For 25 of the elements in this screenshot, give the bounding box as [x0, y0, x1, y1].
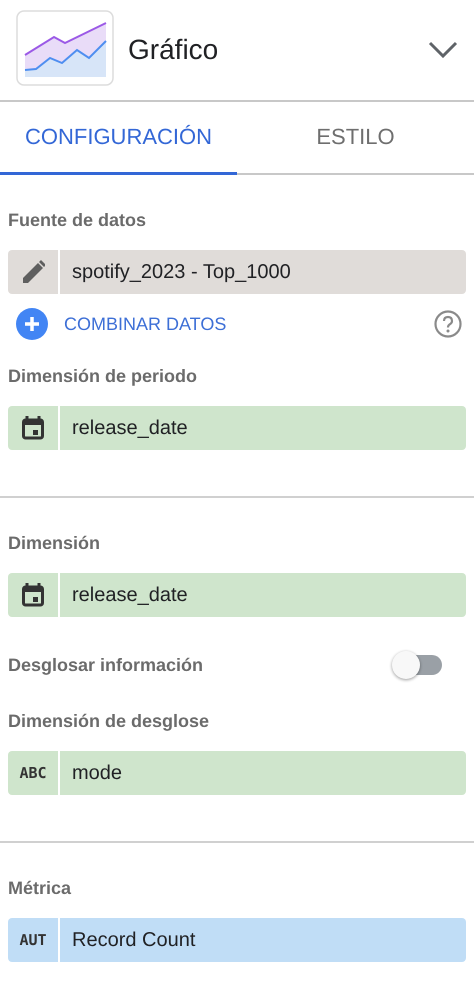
field-chip[interactable]: spotify_2023 - Top_1000	[8, 250, 466, 294]
field-chip[interactable]: AUT Record Count	[8, 918, 466, 962]
line-chart-icon	[16, 10, 114, 86]
type-label: AUT	[19, 931, 47, 949]
toggle-label: Desglosar información	[8, 655, 204, 675]
section-label: Dimensión de periodo	[8, 366, 198, 386]
pencil-icon	[21, 259, 45, 285]
tab[interactable]: ESTILO	[237, 102, 474, 175]
chevron-down-icon[interactable]	[428, 41, 458, 59]
calendar-icon	[21, 415, 45, 441]
field-chip[interactable]: release_date	[8, 573, 466, 617]
section-label: Métrica	[8, 878, 72, 898]
section-label: Dimensión de desglose	[8, 711, 210, 731]
add-icon[interactable]	[16, 308, 48, 340]
field-chip[interactable]: ABC mode	[8, 751, 466, 795]
type-label: ABC	[19, 764, 47, 782]
toggle-switch[interactable]	[392, 651, 444, 679]
calendar-icon	[21, 582, 45, 608]
field-chip[interactable]: release_date	[8, 406, 466, 450]
help-icon[interactable]	[434, 310, 462, 338]
section-label: Dimensión	[8, 533, 102, 553]
section-label: Fuente de datos	[8, 210, 148, 230]
tab[interactable]: CONFIGURACIÓN	[0, 102, 237, 175]
chart-title: Gráfico	[128, 34, 220, 66]
combine-data-link[interactable]: COMBINAR DATOS	[64, 314, 434, 334]
